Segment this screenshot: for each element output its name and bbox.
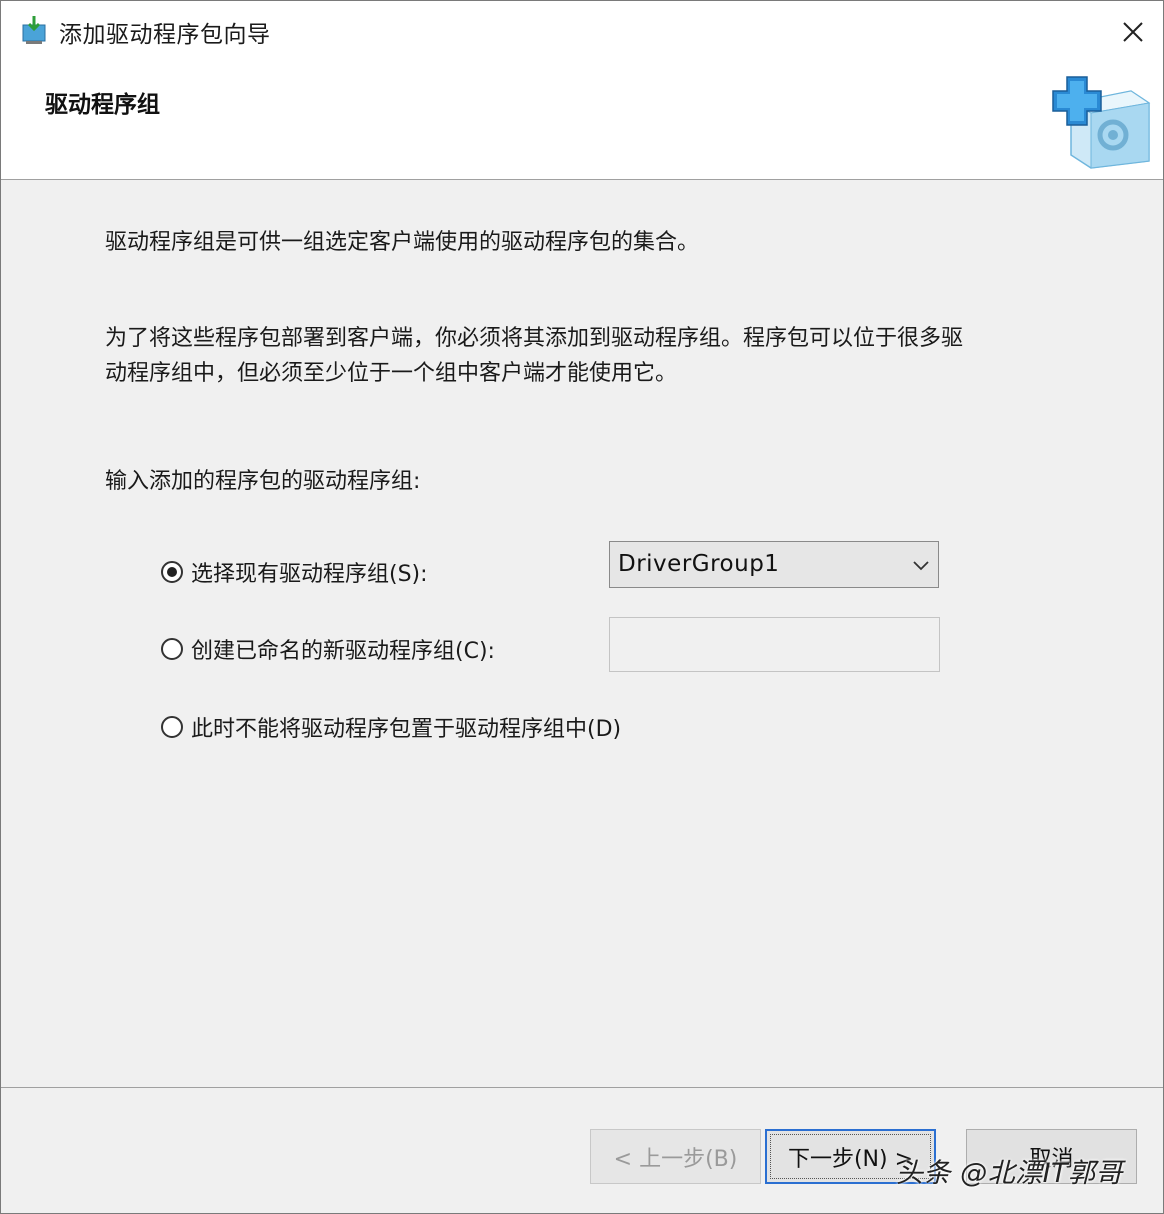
new-group-name-input[interactable]: [609, 617, 940, 672]
radio-button[interactable]: [161, 638, 183, 660]
wizard-content: 驱动程序组是可供一组选定客户端使用的驱动程序包的集合。 为了将这些程序包部署到客…: [1, 180, 1163, 1087]
wizard-window: 添加驱动程序包向导 驱动程序组 驱动程序组是可供一组选定客户端使用的驱动程序包的…: [0, 0, 1164, 1214]
page-title: 驱动程序组: [45, 92, 160, 118]
chevron-down-icon: [913, 561, 929, 571]
radio-button[interactable]: [161, 716, 183, 738]
radio-no-group[interactable]: 此时不能将驱动程序包置于驱动程序组中(D): [161, 711, 621, 743]
back-button[interactable]: < 上一步(B): [590, 1129, 761, 1184]
driver-package-icon: [22, 16, 46, 44]
footer-divider: [1, 1087, 1163, 1088]
watermark: 头条 @北漂IT郭哥: [896, 1158, 1124, 1189]
info-text-line2: 动程序组中，但必须至少位于一个组中客户端才能使用它。: [105, 361, 678, 386]
description-text: 驱动程序组是可供一组选定客户端使用的驱动程序包的集合。: [105, 230, 700, 255]
close-icon: [1123, 22, 1143, 42]
radio-label-new: 创建已命名的新驱动程序组(C):: [191, 639, 495, 664]
group-prompt: 输入添加的程序包的驱动程序组:: [105, 469, 421, 494]
radio-button-checked[interactable]: [161, 561, 183, 583]
driver-group-dropdown[interactable]: DriverGroup1: [609, 541, 939, 588]
add-package-icon: [1052, 76, 1151, 169]
radio-existing-group[interactable]: 选择现有驱动程序组(S):: [161, 556, 428, 588]
wizard-header: 驱动程序组: [1, 63, 1163, 180]
radio-new-group[interactable]: 创建已命名的新驱动程序组(C):: [161, 633, 495, 665]
radio-label-none: 此时不能将驱动程序包置于驱动程序组中(D): [191, 717, 622, 742]
window-title: 添加驱动程序包向导: [59, 22, 271, 48]
close-button[interactable]: [1103, 1, 1163, 63]
title-bar: 添加驱动程序包向导: [1, 1, 1163, 63]
info-text-line1: 为了将这些程序包部署到客户端，你必须将其添加到驱动程序组。程序包可以位于很多驱: [105, 326, 964, 351]
radio-label-existing: 选择现有驱动程序组(S):: [191, 562, 428, 587]
dropdown-selected-value: DriverGroup1: [618, 551, 780, 577]
